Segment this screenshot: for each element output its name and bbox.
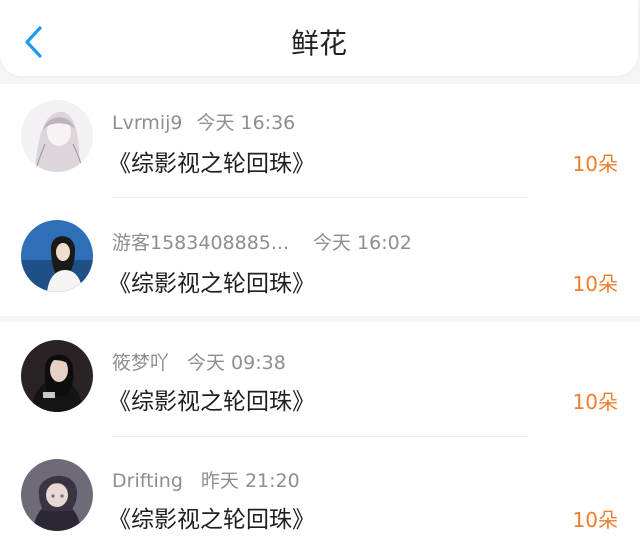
- book-title: 《综影视之轮回珠》: [108, 271, 315, 297]
- flower-amount: 10朵: [572, 272, 618, 296]
- username: Drifting: [112, 470, 183, 492]
- item-meta: Lvrmij9 今天 16:36: [112, 108, 295, 135]
- username: 筱梦吖: [112, 352, 170, 374]
- list-item[interactable]: 游客1583408885... 今天 16:02 《综影视之轮回珠》 10朵: [0, 204, 640, 316]
- book-title: 《综影视之轮回珠》: [108, 389, 315, 415]
- top-bar: 鲜花: [0, 0, 638, 76]
- item-meta: 游客1583408885... 今天 16:02: [112, 228, 412, 255]
- flower-amount: 10朵: [572, 508, 618, 532]
- list-item[interactable]: 筱梦吖 今天 09:38 《综影视之轮回珠》 10朵: [0, 322, 640, 440]
- timestamp: 昨天 21:20: [200, 470, 300, 492]
- divider: [112, 436, 528, 437]
- list-item[interactable]: Lvrmij9 今天 16:36 《综影视之轮回珠》 10朵: [0, 84, 640, 204]
- avatar: [21, 100, 93, 172]
- book-title: 《综影视之轮回珠》: [108, 507, 315, 533]
- page-title: 鲜花: [290, 27, 347, 60]
- avatar: [21, 340, 93, 412]
- username: 游客1583408885...: [112, 232, 290, 254]
- flower-amount: 10朵: [572, 152, 618, 176]
- username: Lvrmij9: [112, 112, 183, 134]
- timestamp: 今天 16:36: [196, 112, 296, 134]
- divider: [112, 197, 528, 198]
- flowers-page: 鲜花 Lvrmij9 今天 16:36 《综影视之轮回珠》 10朵 游客1583…: [0, 0, 640, 551]
- book-title: 《综影视之轮回珠》: [108, 151, 315, 177]
- avatar: [21, 459, 93, 531]
- list-item[interactable]: Drifting 昨天 21:20 《综影视之轮回珠》 10朵: [0, 440, 640, 551]
- timestamp: 今天 09:38: [187, 352, 286, 374]
- flower-amount: 10朵: [572, 390, 618, 414]
- item-meta: Drifting 昨天 21:20: [112, 466, 300, 493]
- item-meta: 筱梦吖 今天 09:38: [112, 348, 286, 375]
- timestamp: 今天 16:02: [313, 232, 412, 254]
- avatar: [21, 220, 93, 292]
